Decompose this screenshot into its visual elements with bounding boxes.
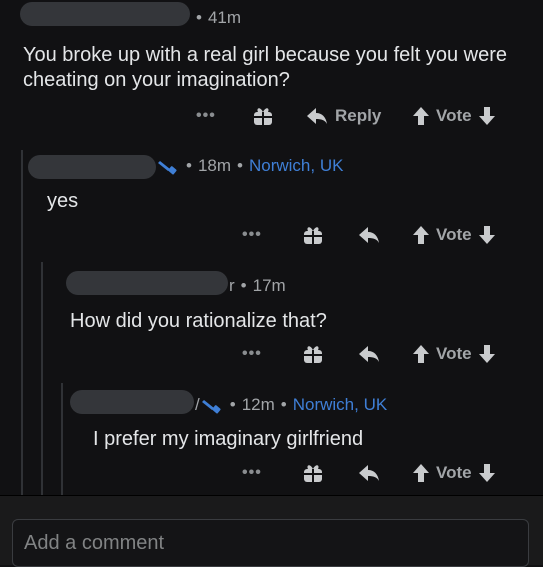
reply-button[interactable] bbox=[358, 226, 380, 244]
separator-dot: • bbox=[237, 156, 243, 175]
reply-button[interactable] bbox=[358, 345, 380, 363]
comment-meta: • 41m bbox=[196, 8, 241, 28]
separator-dot: • bbox=[280, 395, 287, 414]
vote-controls: Vote bbox=[412, 225, 496, 245]
spray-paint-icon bbox=[158, 157, 180, 175]
vote-controls: Vote bbox=[412, 106, 496, 126]
username-redacted[interactable] bbox=[28, 155, 156, 179]
comment-meta: / • 12m • Norwich, UK bbox=[195, 395, 387, 415]
comment-body: yes bbox=[47, 190, 79, 212]
username-tail: / bbox=[195, 395, 200, 414]
comment-time: 18m bbox=[197, 156, 232, 175]
vote-label: Vote bbox=[436, 463, 472, 482]
comment-actions: ••• Vote bbox=[0, 222, 543, 248]
comment-meta: • 18m • Norwich, UK bbox=[158, 156, 343, 176]
comment-actions: ••• Reply Vote bbox=[0, 103, 543, 129]
location-link[interactable]: Norwich, UK bbox=[249, 156, 343, 176]
gift-icon[interactable] bbox=[302, 343, 324, 365]
reply-arrow-icon bbox=[307, 108, 327, 124]
separator-dot: • bbox=[186, 156, 192, 175]
reply-label: Reply bbox=[335, 106, 382, 125]
location-link[interactable]: Norwich, UK bbox=[293, 395, 387, 415]
downvote-arrow-icon[interactable] bbox=[478, 106, 496, 126]
separator-dot: • bbox=[196, 8, 202, 27]
comment-body: How did you rationalize that? bbox=[70, 310, 327, 332]
separator-dot: • bbox=[229, 395, 236, 414]
spray-paint-icon bbox=[201, 396, 224, 414]
username-redacted[interactable] bbox=[70, 390, 194, 414]
reply-arrow-icon bbox=[359, 346, 379, 362]
comment-time: 41m bbox=[207, 8, 242, 27]
comment-actions: ••• Vote bbox=[0, 341, 543, 367]
reply-arrow-icon bbox=[359, 465, 379, 481]
username-tail: r bbox=[229, 276, 235, 295]
downvote-arrow-icon[interactable] bbox=[478, 463, 496, 483]
comment-meta: r • 17m bbox=[229, 276, 286, 296]
gift-icon[interactable] bbox=[252, 105, 274, 127]
comment-time: 17m bbox=[252, 276, 286, 295]
comment-body: I prefer my imaginary girlfriend bbox=[93, 428, 364, 450]
comment-time: 12m bbox=[241, 395, 275, 414]
comment-body: You broke up with a real girl because yo… bbox=[23, 44, 507, 91]
reply-button[interactable]: Reply bbox=[306, 106, 381, 126]
upvote-arrow-icon[interactable] bbox=[412, 344, 430, 364]
comment-actions: ••• Vote bbox=[0, 460, 543, 486]
username-redacted[interactable] bbox=[20, 2, 190, 26]
upvote-arrow-icon[interactable] bbox=[412, 106, 430, 126]
more-options-icon[interactable]: ••• bbox=[242, 345, 262, 363]
downvote-arrow-icon[interactable] bbox=[478, 225, 496, 245]
downvote-arrow-icon[interactable] bbox=[478, 344, 496, 364]
thread-line-level-1[interactable] bbox=[21, 150, 23, 495]
gift-icon[interactable] bbox=[302, 462, 324, 484]
more-options-icon[interactable]: ••• bbox=[242, 464, 262, 482]
reply-button[interactable] bbox=[358, 464, 380, 482]
vote-label: Vote bbox=[436, 225, 472, 244]
more-options-icon[interactable]: ••• bbox=[196, 107, 216, 125]
vote-label: Vote bbox=[436, 106, 472, 125]
more-options-icon[interactable]: ••• bbox=[242, 226, 262, 244]
add-comment-placeholder: Add a comment bbox=[24, 532, 165, 554]
vote-controls: Vote bbox=[412, 344, 496, 364]
vote-controls: Vote bbox=[412, 463, 496, 483]
vote-label: Vote bbox=[436, 344, 472, 363]
upvote-arrow-icon[interactable] bbox=[412, 225, 430, 245]
username-redacted[interactable] bbox=[66, 271, 228, 295]
upvote-arrow-icon[interactable] bbox=[412, 463, 430, 483]
add-comment-input[interactable]: Add a comment bbox=[12, 519, 529, 567]
separator-dot: • bbox=[240, 276, 247, 295]
gift-icon[interactable] bbox=[302, 224, 324, 246]
reply-arrow-icon bbox=[359, 227, 379, 243]
